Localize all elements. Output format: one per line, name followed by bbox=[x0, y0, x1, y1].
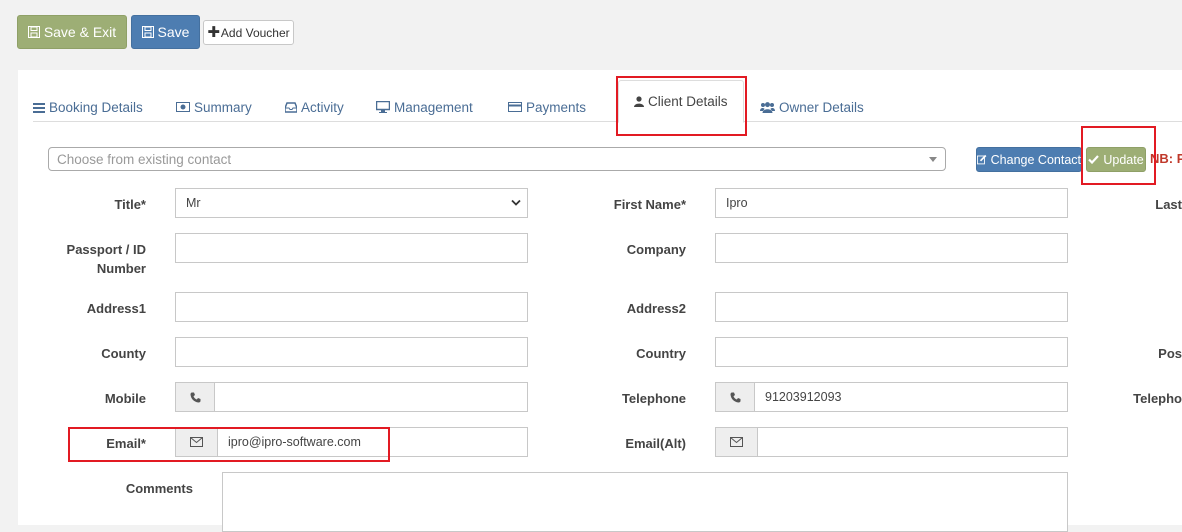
address1-label: Address1 bbox=[86, 301, 146, 316]
add-voucher-button[interactable]: ✚ Add Voucher bbox=[203, 20, 294, 45]
check-icon bbox=[1088, 155, 1100, 164]
phone-icon bbox=[190, 392, 200, 402]
phone-icon bbox=[730, 392, 740, 402]
desktop-icon bbox=[376, 101, 390, 113]
add-voucher-label: Add Voucher bbox=[220, 25, 290, 40]
tab-label: Client Details bbox=[648, 94, 728, 109]
first-name-value: Ipro bbox=[726, 196, 748, 210]
first-name-label: First Name* bbox=[613, 197, 686, 212]
chevron-down-icon bbox=[511, 199, 521, 206]
envelope-icon bbox=[730, 437, 743, 447]
save-button[interactable]: Save bbox=[131, 15, 200, 49]
floppy-disk-icon bbox=[27, 26, 40, 38]
postcode-label: Pos bbox=[1158, 346, 1182, 361]
save-and-exit-button[interactable]: Save & Exit bbox=[17, 15, 127, 49]
booking-panel: Booking Details Summary Activity Managem… bbox=[18, 70, 1182, 532]
email-alt-label: Email(Alt) bbox=[625, 436, 686, 451]
tab-booking-details[interactable]: Booking Details bbox=[33, 91, 143, 123]
tab-label: Summary bbox=[194, 99, 252, 115]
floppy-disk-icon bbox=[141, 26, 154, 38]
telephone-field[interactable]: 91203912093 bbox=[754, 382, 1068, 412]
mobile-addon bbox=[175, 382, 215, 412]
tab-label: Booking Details bbox=[49, 99, 143, 115]
email-value: ipro@ipro-software.com bbox=[228, 435, 361, 449]
change-contact-label: Change Contact bbox=[990, 152, 1081, 167]
address1-field[interactable] bbox=[175, 292, 528, 322]
credit-card-icon bbox=[508, 102, 522, 112]
money-icon bbox=[176, 102, 190, 112]
tab-summary[interactable]: Summary bbox=[176, 91, 252, 123]
telephone-label: Telephone bbox=[621, 391, 686, 406]
email-addon bbox=[175, 427, 218, 457]
first-name-field[interactable]: Ipro bbox=[715, 188, 1068, 218]
tab-owner-details[interactable]: Owner Details bbox=[760, 91, 864, 123]
mobile-label: Mobile bbox=[104, 391, 146, 406]
update-label: Update bbox=[1103, 152, 1144, 167]
tab-label: Activity bbox=[301, 99, 344, 115]
county-label: County bbox=[101, 346, 146, 361]
telephone2-label: Telepho bbox=[1133, 391, 1182, 406]
envelope-icon bbox=[190, 437, 203, 447]
tab-bar: Booking Details Summary Activity Managem… bbox=[33, 80, 1182, 123]
tab-label: Owner Details bbox=[779, 99, 864, 115]
address2-field[interactable] bbox=[715, 292, 1068, 322]
company-field[interactable] bbox=[715, 233, 1068, 263]
update-button[interactable]: Update bbox=[1086, 147, 1146, 172]
existing-contact-select[interactable]: Choose from existing contact bbox=[48, 147, 946, 171]
email-alt-addon bbox=[715, 427, 758, 457]
inbox-icon bbox=[285, 101, 297, 113]
mobile-field[interactable] bbox=[214, 382, 528, 412]
passport-label: Passport / ID Number bbox=[66, 242, 146, 276]
dropdown-caret-icon bbox=[929, 157, 937, 162]
country-label: Country bbox=[636, 346, 686, 361]
plus-icon: ✚ bbox=[207, 24, 220, 41]
title-value: Mr bbox=[186, 196, 201, 210]
nb-note: NB: P bbox=[1150, 151, 1182, 166]
email-field[interactable]: ipro@ipro-software.com bbox=[217, 427, 528, 457]
last-name-label: Last bbox=[1155, 197, 1182, 212]
save-and-exit-label: Save & Exit bbox=[43, 24, 117, 40]
tab-activity[interactable]: Activity bbox=[285, 91, 344, 123]
list-icon bbox=[33, 102, 45, 113]
users-icon bbox=[760, 101, 775, 113]
user-icon bbox=[634, 96, 644, 107]
edit-icon bbox=[977, 154, 987, 165]
change-contact-button[interactable]: Change Contact bbox=[976, 147, 1082, 172]
passport-field[interactable] bbox=[175, 233, 528, 263]
save-label: Save bbox=[157, 24, 190, 40]
address2-label: Address2 bbox=[626, 301, 686, 316]
comments-textarea[interactable] bbox=[222, 472, 1068, 532]
tab-label: Payments bbox=[526, 99, 587, 115]
telephone-addon bbox=[715, 382, 755, 412]
comments-label: Comments bbox=[125, 481, 193, 496]
country-field[interactable] bbox=[715, 337, 1068, 367]
tab-label: Management bbox=[394, 99, 473, 115]
county-field[interactable] bbox=[175, 337, 528, 367]
company-label: Company bbox=[626, 242, 686, 257]
email-label: Email* bbox=[106, 436, 146, 451]
tab-management[interactable]: Management bbox=[376, 91, 473, 123]
telephone-value: 91203912093 bbox=[765, 390, 842, 404]
tab-client-details[interactable]: Client Details bbox=[618, 80, 744, 123]
existing-contact-placeholder: Choose from existing contact bbox=[57, 151, 232, 167]
tab-payments[interactable]: Payments bbox=[508, 91, 586, 123]
title-label: Title* bbox=[114, 197, 146, 212]
title-select[interactable]: Mr bbox=[175, 188, 528, 218]
email-alt-field[interactable] bbox=[757, 427, 1068, 457]
